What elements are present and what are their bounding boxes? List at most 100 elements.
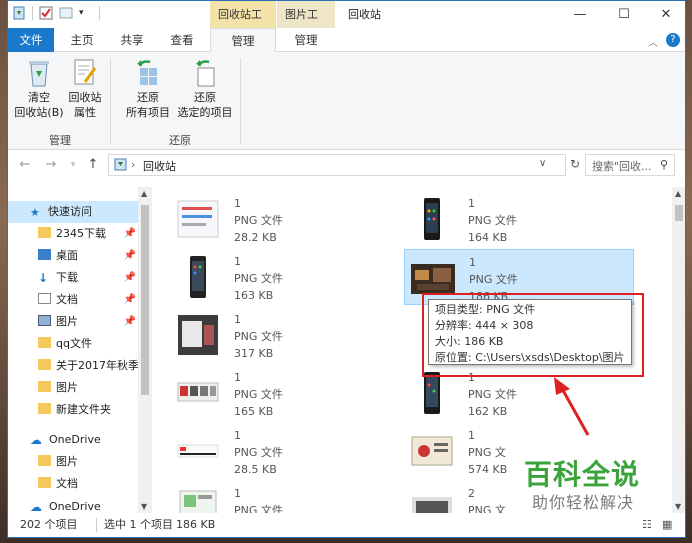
back-button[interactable]: ← <box>16 156 34 174</box>
recycle-bin-icon <box>25 58 53 88</box>
file-item[interactable]: 1 PNG 文件 164 KB <box>404 191 634 247</box>
recycle-bin-icon[interactable] <box>12 6 26 20</box>
selected-size: 186 KB <box>176 518 216 531</box>
tab-manage-picture[interactable]: 管理 <box>278 28 334 52</box>
close-button[interactable]: ✕ <box>644 1 685 28</box>
file-type: PNG 文件 <box>234 388 283 401</box>
file-name: 2 <box>468 487 475 500</box>
address-bar: ← → ▾ ↑ › 回收站 ∨ ↻ 搜索"回收... ⚲ <box>8 150 685 180</box>
nav-item-2345download[interactable]: 2345下载 📌 <box>8 223 140 245</box>
file-item[interactable]: 1 PNG 文件 28.5 KB <box>170 423 400 479</box>
explorer-window: ▾ 回收站工具 图片工具 回收站 — ☐ ✕ 文件 主页 共享 查看 管理 管理… <box>7 0 686 538</box>
details-view-icon[interactable]: ☷ <box>642 513 652 537</box>
nav-item-new-folder[interactable]: 新建文件夹 <box>8 399 140 421</box>
scroll-thumb[interactable] <box>141 205 149 395</box>
file-item[interactable]: 1 PNG 文件 <box>170 481 400 513</box>
context-tab-picture-tools: 图片工具 <box>277 1 335 48</box>
search-input[interactable]: 搜索"回收... ⚲ <box>585 154 675 176</box>
restore-selected-label-1: 还原 <box>194 91 216 104</box>
nav-item-qqfiles[interactable]: qq文件 <box>8 333 140 355</box>
restore-all-icon <box>134 58 162 88</box>
context-tab-recycle-tools: 回收站工具 <box>210 1 276 48</box>
annotation-arrow-icon <box>554 377 590 436</box>
divider <box>96 518 97 532</box>
tab-home[interactable]: 主页 <box>60 28 104 52</box>
nav-item-downloads[interactable]: ↓ 下载 📌 <box>8 267 140 289</box>
qat-customize-icon[interactable]: ▾ <box>79 6 93 20</box>
new-folder-icon[interactable] <box>59 6 73 20</box>
tab-file[interactable]: 文件 <box>8 28 54 52</box>
folder-icon <box>38 381 51 392</box>
file-list-scrollbar[interactable]: ▲ ▼ <box>672 187 685 513</box>
nav-item-documents[interactable]: 文档 📌 <box>8 289 140 311</box>
file-name: 1 <box>234 255 241 268</box>
file-thumbnail <box>410 429 454 473</box>
file-thumbnail <box>410 371 454 415</box>
scroll-up-icon[interactable]: ▲ <box>141 189 147 198</box>
file-item[interactable]: 1 PNG 文件 165 KB <box>170 365 400 421</box>
file-size: 165 KB <box>234 405 274 418</box>
restore-all-button[interactable]: 还原 所有项目 <box>120 58 176 120</box>
address-dropdown-icon[interactable]: ∨ <box>539 158 546 169</box>
ribbon-separator <box>110 58 111 144</box>
nav-item-pictures-2[interactable]: 图片 <box>8 377 140 399</box>
recycle-properties-button[interactable]: 回收站 属性 <box>66 58 104 120</box>
scroll-down-icon[interactable]: ▼ <box>675 502 681 511</box>
nav-pane-scrollbar[interactable]: ▲ ▼ <box>138 187 152 513</box>
nav-item-pictures[interactable]: 图片 📌 <box>8 311 140 333</box>
folder-icon <box>38 227 51 238</box>
ribbon-collapse-icon[interactable]: ︿ <box>648 34 658 49</box>
file-type: PNG 文件 <box>234 214 283 227</box>
tab-view[interactable]: 查看 <box>160 28 204 52</box>
document-icon <box>38 293 51 304</box>
nav-item-autumn2017[interactable]: 关于2017年秋季 <box>8 355 140 377</box>
file-thumbnail <box>410 487 454 513</box>
up-button[interactable]: ↑ <box>84 156 102 174</box>
minimize-button[interactable]: — <box>558 1 602 28</box>
recent-locations-icon[interactable]: ▾ <box>64 156 82 174</box>
folder-icon <box>38 403 51 414</box>
file-name: 1 <box>234 197 241 210</box>
scroll-up-icon[interactable]: ▲ <box>675 189 681 198</box>
tab-manage-recycle[interactable]: 管理 <box>210 28 276 53</box>
nav-onedrive-documents[interactable]: 文档 <box>8 473 140 495</box>
file-item[interactable]: 1 PNG 文件 163 KB <box>170 249 400 305</box>
ribbon-separator <box>240 58 241 144</box>
nav-onedrive[interactable]: ☁ OneDrive <box>8 429 140 451</box>
file-size: 574 KB <box>468 463 508 476</box>
large-icons-view-icon[interactable]: ▦ <box>662 513 672 537</box>
nav-quick-access[interactable]: ★ 快速访问 <box>8 201 140 223</box>
recycle-bin-icon <box>114 158 127 174</box>
refresh-icon[interactable]: ↻ <box>570 157 580 171</box>
file-type: PNG 文件 <box>234 504 283 513</box>
scroll-thumb[interactable] <box>675 205 683 221</box>
empty-label-2: 回收站(B) <box>14 106 64 119</box>
forward-button[interactable]: → <box>42 156 60 174</box>
maximize-button[interactable]: ☐ <box>602 1 646 28</box>
file-name: 1 <box>468 429 475 442</box>
file-size: 163 KB <box>234 289 274 302</box>
tab-share[interactable]: 共享 <box>110 28 154 52</box>
address-input[interactable]: › 回收站 ∨ <box>108 154 566 176</box>
divider <box>99 6 100 20</box>
nav-onedrive-pictures[interactable]: 图片 <box>8 451 140 473</box>
folder-icon <box>38 337 51 348</box>
pin-icon: 📌 <box>123 272 136 283</box>
nav-item-desktop[interactable]: 桌面 📌 <box>8 245 140 267</box>
empty-recycle-bin-button[interactable]: 清空 回收站(B) <box>14 58 64 120</box>
search-icon[interactable]: ⚲ <box>660 158 668 171</box>
ribbon: 清空 回收站(B) 回收站 属性 管理 还原 所有项目 还原 选定的项目 还原 <box>8 52 685 150</box>
nav-onedrive-2[interactable]: ☁ OneDrive <box>8 501 140 513</box>
annotation-highlight-box <box>422 293 644 377</box>
props-label-2: 属性 <box>74 106 96 119</box>
scroll-down-icon[interactable]: ▼ <box>141 502 147 511</box>
file-thumbnail <box>176 255 220 299</box>
file-item[interactable]: 1 PNG 文件 317 KB <box>170 307 400 363</box>
watermark-subtitle: 助你轻松解决 <box>532 493 635 512</box>
properties-icon[interactable] <box>39 6 53 20</box>
restore-selected-button[interactable]: 还原 选定的项目 <box>174 58 236 120</box>
file-item[interactable]: 1 PNG 文件 28.2 KB <box>170 191 400 247</box>
help-icon[interactable]: ? <box>666 33 680 47</box>
folder-icon <box>38 359 51 370</box>
breadcrumb[interactable]: 回收站 <box>143 158 176 174</box>
